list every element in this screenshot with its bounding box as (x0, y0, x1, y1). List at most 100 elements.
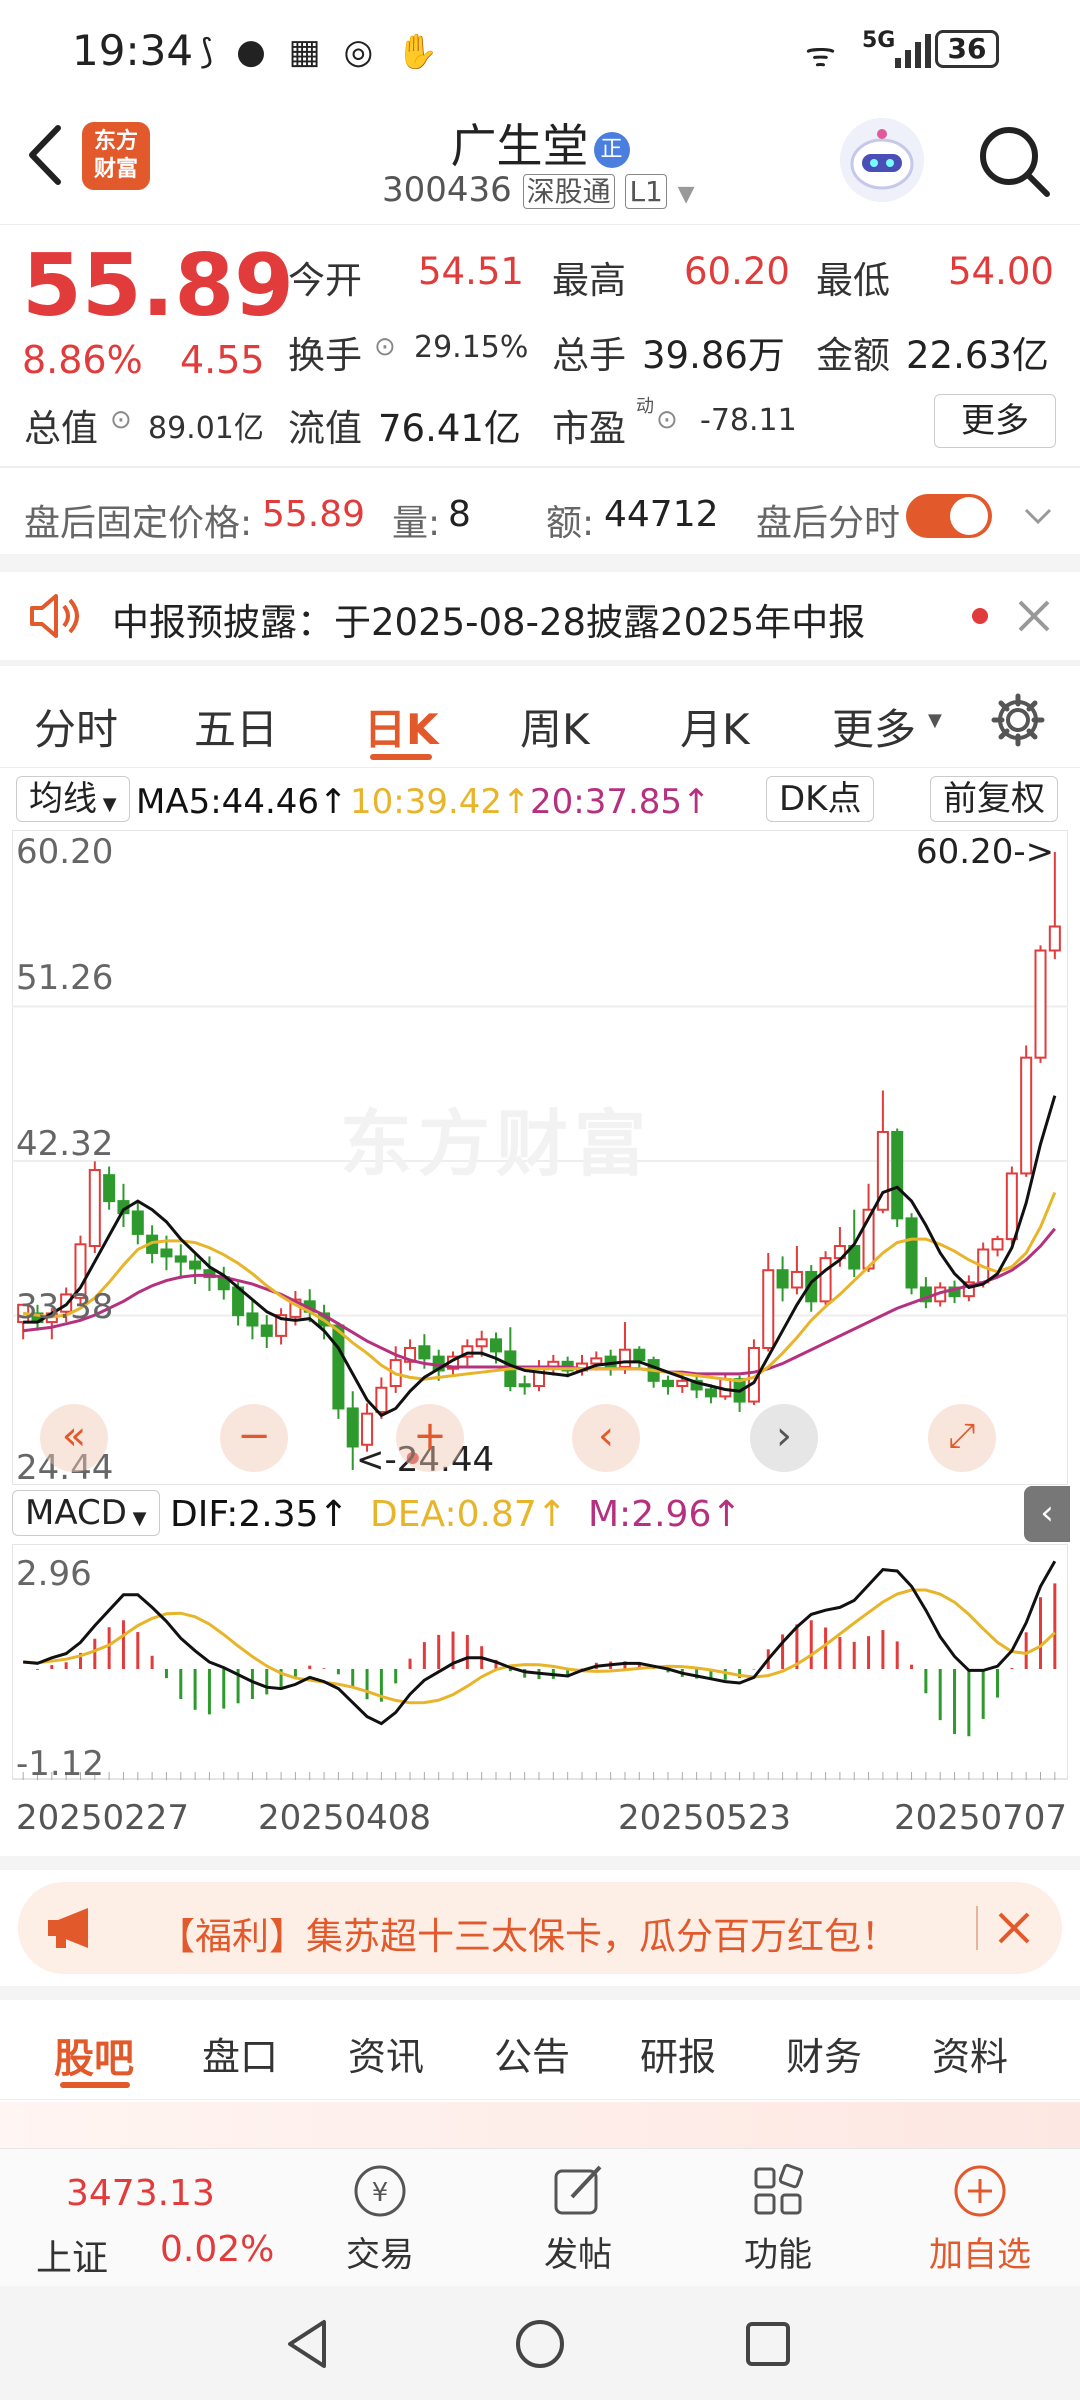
float-cap-value: 76.41亿 (378, 407, 521, 450)
scroll-to-start-icon[interactable]: « (40, 1404, 108, 1472)
tab-financials[interactable]: 财务 (786, 2026, 862, 2081)
robot-assistant-icon[interactable] (840, 118, 924, 202)
after-hours-chart-label: 盘后分时 (756, 503, 901, 544)
grid-icon (754, 2163, 804, 2215)
search-icon[interactable] (975, 122, 1055, 206)
zoom-out-icon[interactable]: − (220, 1404, 288, 1472)
info-icon[interactable]: ⊙ (110, 405, 132, 435)
nav-home-icon[interactable] (510, 2314, 570, 2374)
tab-weekly-k[interactable]: 周K (520, 696, 590, 757)
dk-point-button[interactable]: DK点 (766, 776, 875, 822)
adjust-button[interactable]: 前复权 (930, 776, 1058, 822)
tab-news[interactable]: 资讯 (348, 2026, 424, 2081)
price-axis-label: 33.38 (16, 1287, 114, 1327)
post-button[interactable]: 发帖 (528, 2159, 628, 2279)
macd-chart[interactable] (12, 1544, 1068, 1784)
chevron-down-icon[interactable] (1020, 498, 1056, 538)
candle-body (891, 1130, 904, 1220)
close-icon[interactable] (1014, 596, 1054, 640)
candle-body (174, 1255, 187, 1263)
candle-body (762, 1269, 775, 1349)
promo-banner[interactable]: 【福利】集苏超十三太保卡，瓜分百万红包！ (18, 1882, 1062, 1974)
fullscreen-icon[interactable]: ⤢ (928, 1404, 996, 1472)
trade-label: 交易 (346, 2235, 414, 2275)
after-hours-vol-label: 量: (392, 503, 441, 544)
candle-body (790, 1270, 803, 1289)
nav-recents-icon[interactable] (740, 2316, 796, 2372)
info-icon[interactable]: ⊙ (374, 332, 396, 362)
megaphone-icon (44, 1904, 104, 1956)
candle-body (704, 1388, 717, 1398)
after-hours-toggle[interactable] (906, 494, 992, 538)
ma10-line (22, 1191, 1057, 1383)
level-badge: L1 (625, 174, 667, 209)
pe-value: -78.11 (700, 403, 797, 438)
candle-body (590, 1357, 603, 1365)
list-preview (0, 2102, 1080, 2148)
scroll-right-icon[interactable]: › (750, 1404, 818, 1472)
index-ticker[interactable]: 3473.13 上证 0.02% (0, 2149, 300, 2287)
status-notification-icons: ⟆ ● ▦ ◎ ✋ (200, 32, 445, 72)
volume-label: 总手 (552, 334, 626, 377)
tab-research[interactable]: 研报 (640, 2026, 716, 2081)
index-name: 上证 (36, 2238, 109, 2279)
high-marker: 60.20-> (916, 832, 1055, 872)
candle-body (375, 1386, 388, 1413)
functions-button[interactable]: 功能 (728, 2159, 828, 2279)
post-label: 发帖 (544, 2235, 612, 2275)
add-watchlist-button[interactable]: 加自选 (920, 2159, 1040, 2279)
trade-icon: ¥ (354, 2165, 406, 2217)
bottom-action-bar: 3473.13 上证 0.02% ¥ 交易 发帖 功能 加自选 (0, 2148, 1080, 2286)
after-hours-amt-label: 额: (546, 503, 595, 544)
kline-tabs: 分时 五日 日K 周K 月K 更多 ▼ (0, 666, 1080, 768)
speaker-icon (26, 590, 82, 646)
tab-five-day[interactable]: 五日 (194, 696, 278, 757)
macd-axis-bottom: -1.12 (16, 1744, 104, 1784)
ma-legend: 均线 ▼ MA5:44.46↑ 10:39.42↑ 20:37.85↑ DK点 … (0, 770, 1080, 826)
tab-order-book[interactable]: 盘口 (202, 2026, 278, 2081)
gear-icon[interactable] (990, 692, 1046, 752)
more-button[interactable]: 更多 (934, 394, 1056, 448)
after-hours-vol: 8 (448, 494, 471, 535)
signal-icon (895, 32, 935, 80)
candle-body (618, 1348, 631, 1369)
edit-icon (554, 2165, 602, 2215)
candle-body (418, 1345, 431, 1360)
tab-intraday[interactable]: 分时 (34, 696, 118, 757)
macd-legend: MACD ▼ DIF:2.35↑ DEA:0.87↑ M:2.96↑ ‹ (0, 1484, 1080, 1542)
tab-daily-k[interactable]: 日K (364, 696, 439, 757)
close-icon[interactable] (994, 1908, 1034, 1952)
tab-forum[interactable]: 股吧 (54, 2026, 134, 2084)
dk-point-label: DK点 (779, 779, 862, 819)
zoom-in-icon[interactable]: + (396, 1404, 464, 1472)
collapse-panel-icon[interactable]: ‹ (1024, 1486, 1070, 1542)
stock-code-row[interactable]: 300436 深股通 L1 ▼ (382, 170, 695, 210)
tab-monthly-k[interactable]: 月K (680, 696, 750, 757)
nav-back-icon[interactable] (280, 2316, 340, 2372)
pe-dynamic-mark: 动 (636, 396, 654, 417)
indicator-selector[interactable]: 均线 ▼ (16, 776, 130, 822)
tab-more[interactable]: 更多 (832, 696, 916, 757)
candle-body (260, 1324, 273, 1337)
scroll-left-icon[interactable]: ‹ (572, 1404, 640, 1472)
candle-body (819, 1257, 832, 1303)
float-cap-label: 流值 (288, 407, 362, 450)
stock-header: 东方 财富 广生堂 正 300436 深股通 L1 ▼ (0, 100, 1080, 225)
low-label: 最低 (816, 259, 890, 302)
date-label: 20250707 (894, 1798, 1068, 1838)
candle-body (103, 1174, 116, 1203)
divider (0, 1856, 1080, 1870)
date-label: 20250408 (258, 1798, 432, 1838)
dif-value: DIF:2.35↑ (170, 1494, 349, 1535)
notice-bar[interactable]: 中报预披露：于2025-08-28披露2025年中报 (0, 572, 1080, 662)
macd-selector[interactable]: MACD ▼ (12, 1490, 160, 1536)
divider (976, 1906, 978, 1950)
tab-announcements[interactable]: 公告 (494, 2026, 570, 2081)
info-icon[interactable]: ⊙ (656, 405, 678, 435)
macd-frame (12, 1544, 1068, 1780)
quote-panel: 55.89 8.86% 4.55 今开 54.51 最高 60.20 最低 54… (0, 226, 1080, 458)
candle-body (676, 1379, 689, 1388)
trade-button[interactable]: ¥ 交易 (330, 2159, 430, 2279)
tab-profile[interactable]: 资料 (932, 2026, 1008, 2081)
candle-body (1034, 949, 1047, 1059)
